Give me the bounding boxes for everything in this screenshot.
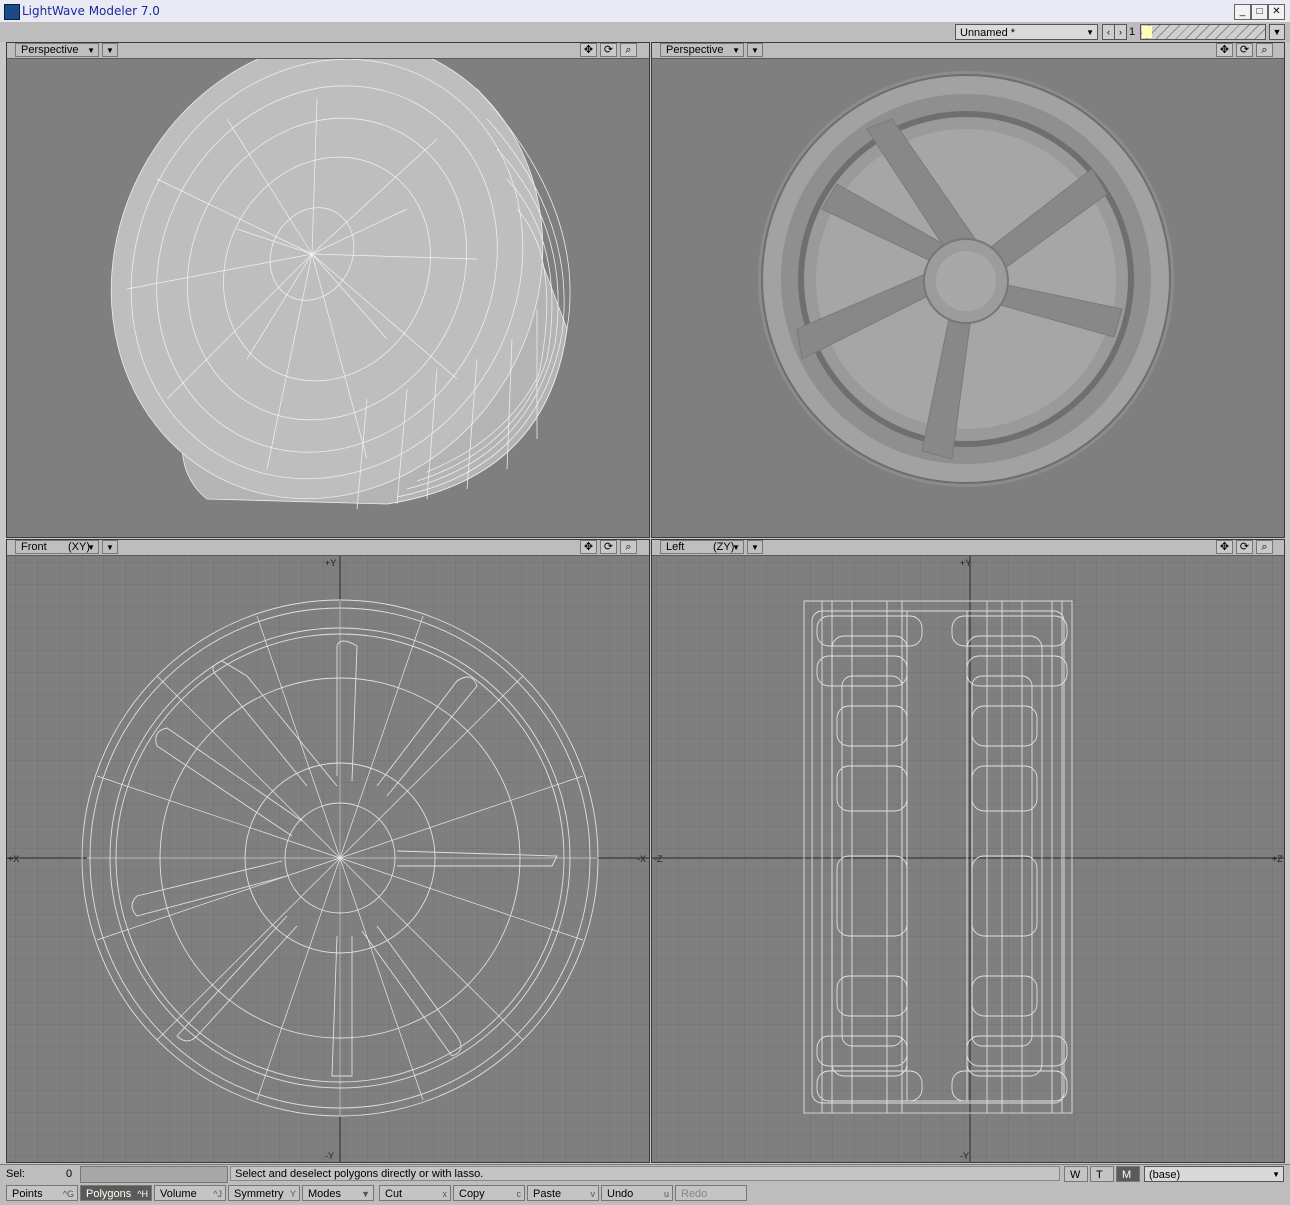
rotate-icon[interactable]: ⟳	[1236, 540, 1253, 554]
axis-top-label: +Y	[325, 558, 336, 568]
axis-left-label: +X	[8, 854, 19, 864]
axis-right-label: -X	[637, 854, 646, 864]
viewport-top-right[interactable]: Perspective ▼ ▼ ✥ ⟳ ⌕	[651, 42, 1285, 538]
view-type-dropdown[interactable]: Left (ZY) ▼	[660, 540, 744, 554]
view-label: Left	[666, 541, 685, 553]
rotate-icon[interactable]: ⟳	[600, 43, 617, 57]
axis-left-label: -Z	[654, 854, 663, 864]
minimize-button[interactable]: _	[1234, 4, 1251, 20]
chevron-down-icon: ▼	[87, 543, 95, 552]
chevron-down-icon: ▼	[751, 46, 759, 55]
bottom-toolbar: Points ^G Polygons ^H Volume ^J Symmetry Y M…	[0, 1184, 1290, 1205]
layer-number: 1	[1129, 26, 1136, 38]
viewport-canvas[interactable]	[7, 59, 649, 537]
perspective-wireframe	[110, 59, 571, 510]
viewport-header: Perspective ▼ ▼ ✥ ⟳ ⌕	[7, 43, 649, 59]
axis-bottom-label: -Y	[325, 1151, 334, 1161]
chevron-down-icon: ▼	[751, 543, 759, 552]
volume-mode-button[interactable]: Volume ^J	[154, 1185, 226, 1201]
zoom-icon[interactable]: ⌕	[620, 540, 637, 554]
surface-dropdown[interactable]: (base) ▼	[1144, 1166, 1284, 1182]
window-title: LightWave Modeler 7.0	[22, 4, 160, 18]
redo-button[interactable]: Redo	[675, 1185, 747, 1201]
next-layer-button[interactable]: ›	[1114, 24, 1127, 40]
viewport-canvas[interactable]	[652, 59, 1284, 537]
chevron-down-icon: ▼	[732, 46, 740, 55]
layer-menu-button[interactable]: ▼	[1269, 24, 1285, 40]
view-type-dropdown[interactable]: Front (XY) ▼	[15, 540, 99, 554]
left-wireframe: +Y -Y -Z +Z	[652, 556, 1284, 1162]
render-mode-dropdown[interactable]: ▼	[747, 43, 763, 57]
cut-button[interactable]: Cut x	[379, 1185, 451, 1201]
axis-top-label: +Y	[960, 558, 971, 568]
active-layer-slot[interactable]	[1142, 26, 1152, 38]
viewport-canvas[interactable]: +Y -Y -Z +Z	[652, 556, 1284, 1162]
modes-dropdown[interactable]: Modes ▼	[302, 1185, 374, 1201]
viewport-header: Perspective ▼ ▼ ✥ ⟳ ⌕	[652, 43, 1284, 59]
status-bar: Sel: 0 Select and deselect polygons dire…	[0, 1164, 1290, 1184]
title-bar: LightWave Modeler 7.0 _ □ ✕	[0, 0, 1290, 23]
viewport-top-left[interactable]: Perspective ▼ ▼ ✥ ⟳ ⌕	[6, 42, 650, 538]
chevron-down-icon: ▼	[106, 46, 114, 55]
viewport-bottom-right[interactable]: Left (ZY) ▼ ▼ ✥ ⟳ ⌕ +Y -Y -Z +Z	[651, 539, 1285, 1163]
view-label: Perspective	[666, 44, 724, 56]
layer-bank[interactable]	[1140, 24, 1266, 40]
front-wireframe: +Y -Y +X -X	[7, 556, 649, 1162]
view-type-dropdown[interactable]: Perspective ▼	[15, 43, 99, 57]
symmetry-button[interactable]: Symmetry Y	[228, 1185, 300, 1201]
render-mode-dropdown[interactable]: ▼	[747, 540, 763, 554]
viewport-bottom-left[interactable]: Front (XY) ▼ ▼ ✥ ⟳ ⌕ +Y -Y +X -X	[6, 539, 650, 1163]
move-icon[interactable]: ✥	[580, 43, 597, 57]
object-name: Unnamed *	[960, 27, 1016, 39]
undo-button[interactable]: Undo u	[601, 1185, 673, 1201]
texture-toggle-button[interactable]: T	[1090, 1166, 1114, 1182]
move-icon[interactable]: ✥	[1216, 43, 1233, 57]
zoom-icon[interactable]: ⌕	[1256, 540, 1273, 554]
sel-label: Sel:	[6, 1168, 25, 1180]
rotate-icon[interactable]: ⟳	[1236, 43, 1253, 57]
surface-name: (base)	[1149, 1169, 1181, 1181]
chevron-down-icon: ▼	[1272, 1170, 1280, 1179]
copy-button[interactable]: Copy c	[453, 1185, 525, 1201]
chevron-down-icon: ▼	[732, 543, 740, 552]
wireframe-toggle-button[interactable]: W	[1064, 1166, 1088, 1182]
chevron-down-icon: ▼	[1086, 28, 1094, 37]
viewport-header: Front (XY) ▼ ▼ ✥ ⟳ ⌕	[7, 540, 649, 556]
render-mode-dropdown[interactable]: ▼	[102, 43, 118, 57]
move-icon[interactable]: ✥	[1216, 540, 1233, 554]
status-message: Select and deselect polygons directly or…	[230, 1166, 1060, 1181]
paste-button[interactable]: Paste v	[527, 1185, 599, 1201]
object-dropdown[interactable]: Unnamed * ▼	[955, 24, 1098, 40]
axis-bottom-label: -Y	[960, 1151, 969, 1161]
sel-count: 0	[66, 1168, 73, 1180]
material-toggle-button[interactable]: M	[1116, 1166, 1140, 1182]
viewport-header: Left (ZY) ▼ ▼ ✥ ⟳ ⌕	[652, 540, 1284, 556]
chevron-down-icon: ▼	[361, 1189, 370, 1199]
chevron-down-icon: ▼	[87, 46, 95, 55]
maximize-button[interactable]: □	[1251, 4, 1268, 20]
rotate-icon[interactable]: ⟳	[600, 540, 617, 554]
render-mode-dropdown[interactable]: ▼	[102, 540, 118, 554]
progress-field	[80, 1166, 228, 1183]
chevron-down-icon: ▼	[106, 543, 114, 552]
perspective-shaded-wheel	[758, 71, 1174, 487]
zoom-icon[interactable]: ⌕	[1256, 43, 1273, 57]
zoom-icon[interactable]: ⌕	[620, 43, 637, 57]
viewport-canvas[interactable]: +Y -Y +X -X	[7, 556, 649, 1162]
points-mode-button[interactable]: Points ^G	[6, 1185, 78, 1201]
object-bar: Unnamed * ▼ ‹ › 1 ▼	[0, 22, 1290, 42]
view-label: Front	[21, 541, 47, 553]
polygons-mode-button[interactable]: Polygons ^H	[80, 1185, 152, 1201]
axis-right-label: +Z	[1272, 854, 1283, 864]
view-label: Perspective	[21, 44, 79, 56]
app-icon	[4, 4, 20, 20]
view-type-dropdown[interactable]: Perspective ▼	[660, 43, 744, 57]
move-icon[interactable]: ✥	[580, 540, 597, 554]
close-button[interactable]: ✕	[1268, 4, 1285, 20]
